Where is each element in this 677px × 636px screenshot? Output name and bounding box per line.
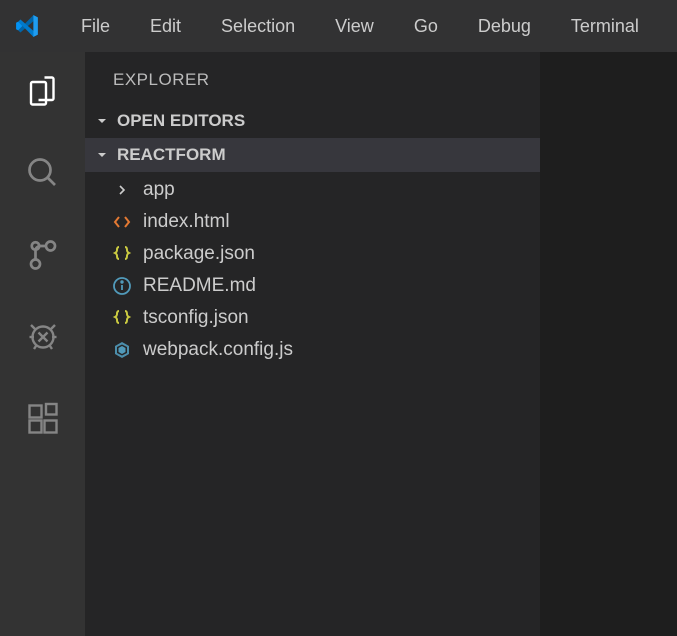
json-icon xyxy=(111,243,133,265)
menu-go[interactable]: Go xyxy=(399,10,453,43)
search-icon[interactable] xyxy=(22,152,64,194)
menu-selection[interactable]: Selection xyxy=(206,10,310,43)
project-name-label: REACTFORM xyxy=(117,145,226,165)
json-icon xyxy=(111,307,133,329)
debug-icon[interactable] xyxy=(22,316,64,358)
tree-file[interactable]: README.md xyxy=(85,270,540,302)
titlebar: File Edit Selection View Go Debug Termin… xyxy=(0,0,677,52)
project-header[interactable]: REACTFORM xyxy=(85,138,540,172)
tree-file[interactable]: package.json xyxy=(85,238,540,270)
open-editors-header[interactable]: OPEN EDITORS xyxy=(85,104,540,138)
webpack-icon xyxy=(111,339,133,361)
chevron-right-icon xyxy=(111,179,133,201)
menu-terminal[interactable]: Terminal xyxy=(556,10,654,43)
menu-edit[interactable]: Edit xyxy=(135,10,196,43)
extensions-icon[interactable] xyxy=(22,398,64,440)
file-label: webpack.config.js xyxy=(143,339,293,361)
tree-file[interactable]: webpack.config.js xyxy=(85,334,540,366)
sidebar-explorer: EXPLORER OPEN EDITORS REACTFORM app xyxy=(85,52,540,636)
info-icon xyxy=(111,275,133,297)
explorer-icon[interactable] xyxy=(22,70,64,112)
main-body: EXPLORER OPEN EDITORS REACTFORM app xyxy=(0,52,677,636)
file-tree: app index.html package.json README.md xyxy=(85,172,540,366)
source-control-icon[interactable] xyxy=(22,234,64,276)
tree-file[interactable]: index.html xyxy=(85,206,540,238)
vscode-logo-icon xyxy=(14,12,42,40)
menu-view[interactable]: View xyxy=(320,10,389,43)
activity-bar xyxy=(0,52,85,636)
file-label: index.html xyxy=(143,211,230,233)
editor-area xyxy=(540,52,677,636)
tree-folder-app[interactable]: app xyxy=(85,174,540,206)
tree-file[interactable]: tsconfig.json xyxy=(85,302,540,334)
file-label: package.json xyxy=(143,243,255,265)
file-label: README.md xyxy=(143,275,256,297)
open-editors-label: OPEN EDITORS xyxy=(117,111,245,131)
html-icon xyxy=(111,211,133,233)
chevron-down-icon xyxy=(93,112,111,130)
menu-file[interactable]: File xyxy=(66,10,125,43)
sidebar-title: EXPLORER xyxy=(85,52,540,104)
file-label: tsconfig.json xyxy=(143,307,249,329)
menu-debug[interactable]: Debug xyxy=(463,10,546,43)
chevron-down-icon xyxy=(93,146,111,164)
folder-label: app xyxy=(143,179,175,201)
